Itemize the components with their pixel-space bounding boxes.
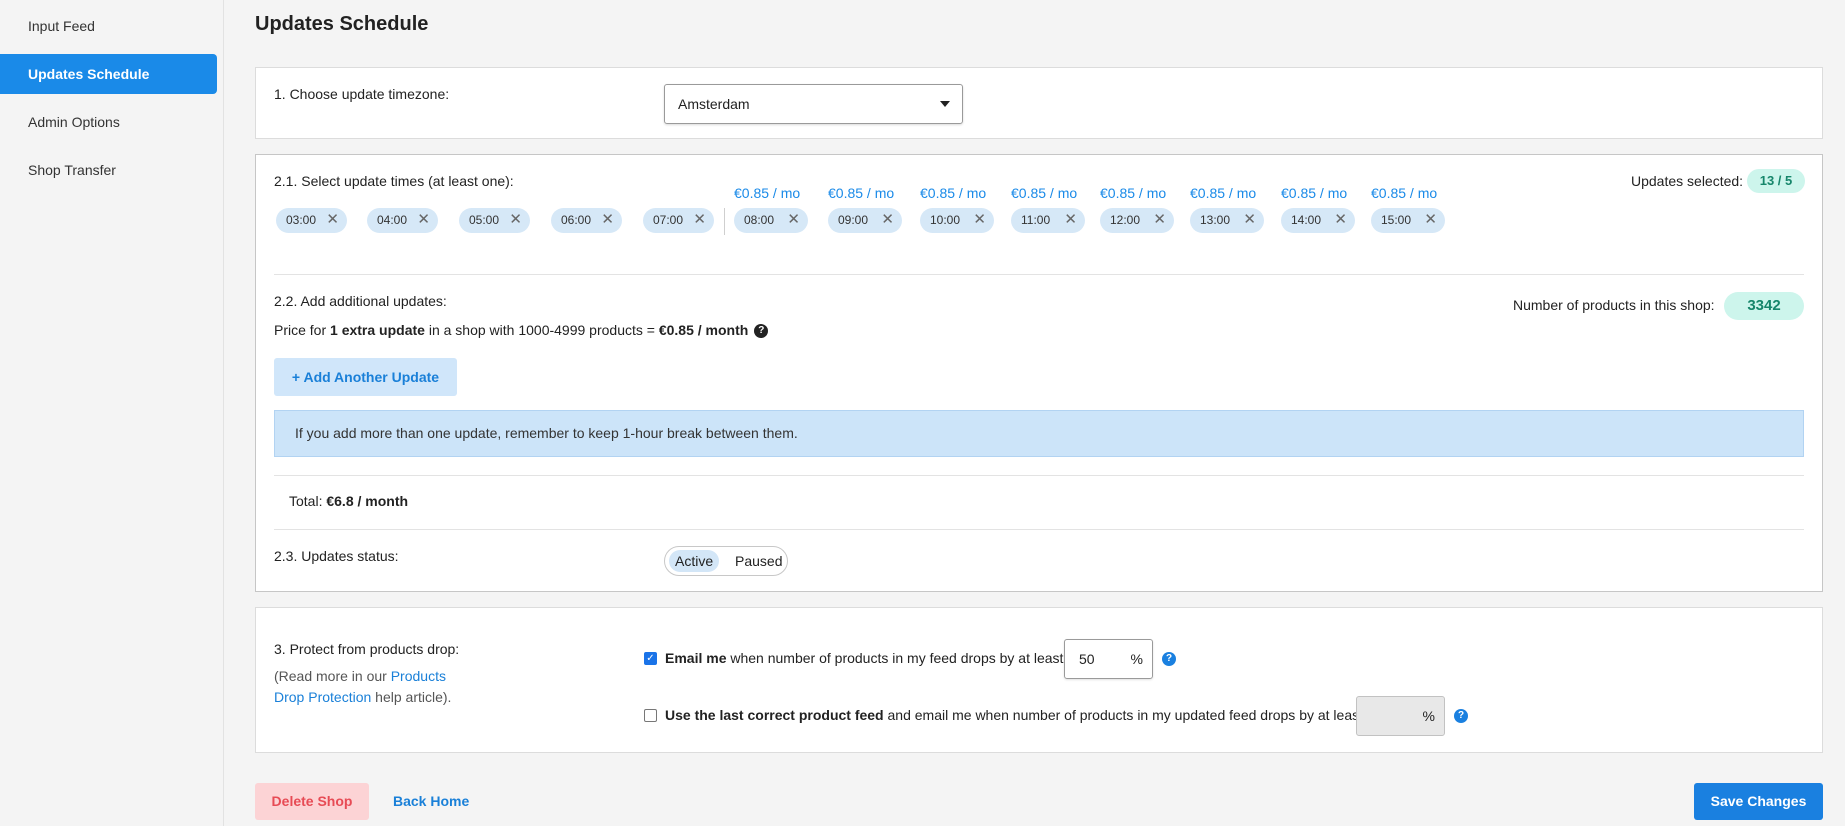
time-chip-label: 14:00 xyxy=(1291,213,1322,227)
products-count-badge: 3342 xyxy=(1724,292,1804,320)
products-count-label: Number of products in this shop: xyxy=(1513,297,1715,313)
protect-card: 3. Protect from products drop: (Read mor… xyxy=(255,607,1823,753)
chips-divider xyxy=(724,208,725,235)
time-chip[interactable]: 04:00 ✕ xyxy=(367,208,438,233)
time-chip[interactable]: 07:00 ✕ xyxy=(643,208,714,233)
help-icon[interactable]: ? xyxy=(1162,652,1176,666)
sidebar-item-updates-schedule[interactable]: Updates Schedule xyxy=(0,54,217,94)
update-price-label: €0.85 / mo xyxy=(1371,185,1438,201)
divider xyxy=(274,475,1804,476)
updates-selected-badge: 13 / 5 xyxy=(1747,169,1805,193)
close-icon[interactable]: ✕ xyxy=(326,208,339,232)
status-paused-option[interactable]: Paused xyxy=(729,550,788,572)
update-price-label: €0.85 / mo xyxy=(1011,185,1078,201)
time-chip-label: 07:00 xyxy=(653,213,684,227)
time-chip-label: 13:00 xyxy=(1200,213,1231,227)
time-chip-label: 05:00 xyxy=(469,213,500,227)
update-price-label: €0.85 / mo xyxy=(1281,185,1348,201)
timezone-card: 1. Choose update timezone: Amsterdam xyxy=(255,67,1823,139)
last-feed-checkbox[interactable] xyxy=(644,709,657,722)
time-chip-label: 04:00 xyxy=(377,213,408,227)
drop-protection-link[interactable]: Drop Protection xyxy=(274,689,371,705)
time-chip-label: 11:00 xyxy=(1021,213,1051,227)
time-chip-label: 09:00 xyxy=(838,213,869,227)
time-chip[interactable]: 15:00 ✕ xyxy=(1371,208,1445,233)
time-chip-label: 15:00 xyxy=(1381,213,1412,227)
drop-protection-link[interactable]: Products xyxy=(391,668,446,684)
schedule-card: 2.1. Select update times (at least one):… xyxy=(255,154,1823,592)
update-price-label: €0.85 / mo xyxy=(920,185,987,201)
updates-selected-label: Updates selected: xyxy=(1631,173,1744,189)
last-feed-threshold-input[interactable]: % xyxy=(1356,696,1445,736)
info-banner: If you add more than one update, remembe… xyxy=(274,410,1804,457)
time-chip-label: 08:00 xyxy=(744,213,775,227)
update-times-label: 2.1. Select update times (at least one): xyxy=(274,173,514,189)
sidebar: Input Feed Updates Schedule Admin Option… xyxy=(0,0,224,826)
sidebar-item-shop-transfer[interactable]: Shop Transfer xyxy=(0,150,217,190)
close-icon[interactable]: ✕ xyxy=(973,208,986,232)
timezone-select[interactable]: Amsterdam xyxy=(664,84,963,124)
update-price-label: €0.85 / mo xyxy=(1190,185,1257,201)
close-icon[interactable]: ✕ xyxy=(509,208,522,232)
time-chip[interactable]: 09:00 ✕ xyxy=(828,208,902,233)
time-chip-label: 12:00 xyxy=(1110,213,1141,227)
status-toggle: Active Paused xyxy=(664,546,788,576)
close-icon[interactable]: ✕ xyxy=(693,208,706,232)
time-chip-label: 03:00 xyxy=(286,213,317,227)
close-icon[interactable]: ✕ xyxy=(1424,208,1437,232)
update-price-label: €0.85 / mo xyxy=(828,185,895,201)
email-threshold-input[interactable]: 50 % xyxy=(1064,639,1153,679)
divider xyxy=(274,529,1804,530)
close-icon[interactable]: ✕ xyxy=(1064,208,1077,232)
last-feed-text: Use the last correct product feed and em… xyxy=(665,707,1364,723)
page-title: Updates Schedule xyxy=(255,13,429,35)
save-changes-button[interactable]: Save Changes xyxy=(1694,783,1823,820)
update-price-label: €0.85 / mo xyxy=(1100,185,1167,201)
caret-down-icon xyxy=(940,101,950,107)
time-chip[interactable]: 12:00 ✕ xyxy=(1100,208,1174,233)
extra-price-text: Price for 1 extra update in a shop with … xyxy=(274,322,769,339)
time-chip[interactable]: 05:00 ✕ xyxy=(459,208,530,233)
add-another-update-button[interactable]: + Add Another Update xyxy=(274,358,457,396)
timezone-value: Amsterdam xyxy=(678,96,750,112)
protect-label: 3. Protect from products drop: xyxy=(274,641,460,657)
email-me-text: Email me when number of products in my f… xyxy=(665,650,1064,666)
time-chip[interactable]: 11:00 ✕ xyxy=(1011,208,1085,233)
total-text: Total: €6.8 / month xyxy=(289,493,409,509)
back-home-button[interactable]: Back Home xyxy=(393,783,469,820)
close-icon[interactable]: ✕ xyxy=(787,208,800,232)
close-icon[interactable]: ✕ xyxy=(417,208,430,232)
close-icon[interactable]: ✕ xyxy=(881,208,894,232)
help-icon[interactable]: ? xyxy=(1454,709,1468,723)
close-icon[interactable]: ✕ xyxy=(601,208,614,232)
sidebar-item-input-feed[interactable]: Input Feed xyxy=(0,6,217,46)
time-chip[interactable]: 03:00 ✕ xyxy=(276,208,347,233)
protect-help-text: (Read more in our Products Drop Protecti… xyxy=(274,668,452,705)
close-icon[interactable]: ✕ xyxy=(1243,208,1256,232)
update-price-label: €0.85 / mo xyxy=(734,185,801,201)
time-chip[interactable]: 13:00 ✕ xyxy=(1190,208,1264,233)
status-active-option[interactable]: Active xyxy=(669,550,720,572)
time-chip[interactable]: 06:00 ✕ xyxy=(551,208,622,233)
time-chip[interactable]: 14:00 ✕ xyxy=(1281,208,1355,233)
help-icon[interactable]: ? xyxy=(754,324,769,339)
time-chip[interactable]: 08:00 ✕ xyxy=(734,208,808,233)
timezone-label: 1. Choose update timezone: xyxy=(274,86,450,102)
status-label: 2.3. Updates status: xyxy=(274,548,399,564)
sidebar-item-admin-options[interactable]: Admin Options xyxy=(0,102,217,142)
time-chip-label: 10:00 xyxy=(930,213,961,227)
divider xyxy=(274,274,1804,275)
email-me-checkbox[interactable]: ✓ xyxy=(644,652,657,665)
time-chip-label: 06:00 xyxy=(561,213,592,227)
additional-label: 2.2. Add additional updates: xyxy=(274,293,447,309)
close-icon[interactable]: ✕ xyxy=(1153,208,1166,232)
time-chip[interactable]: 10:00 ✕ xyxy=(920,208,994,233)
close-icon[interactable]: ✕ xyxy=(1334,208,1347,232)
delete-shop-button[interactable]: Delete Shop xyxy=(255,783,369,820)
